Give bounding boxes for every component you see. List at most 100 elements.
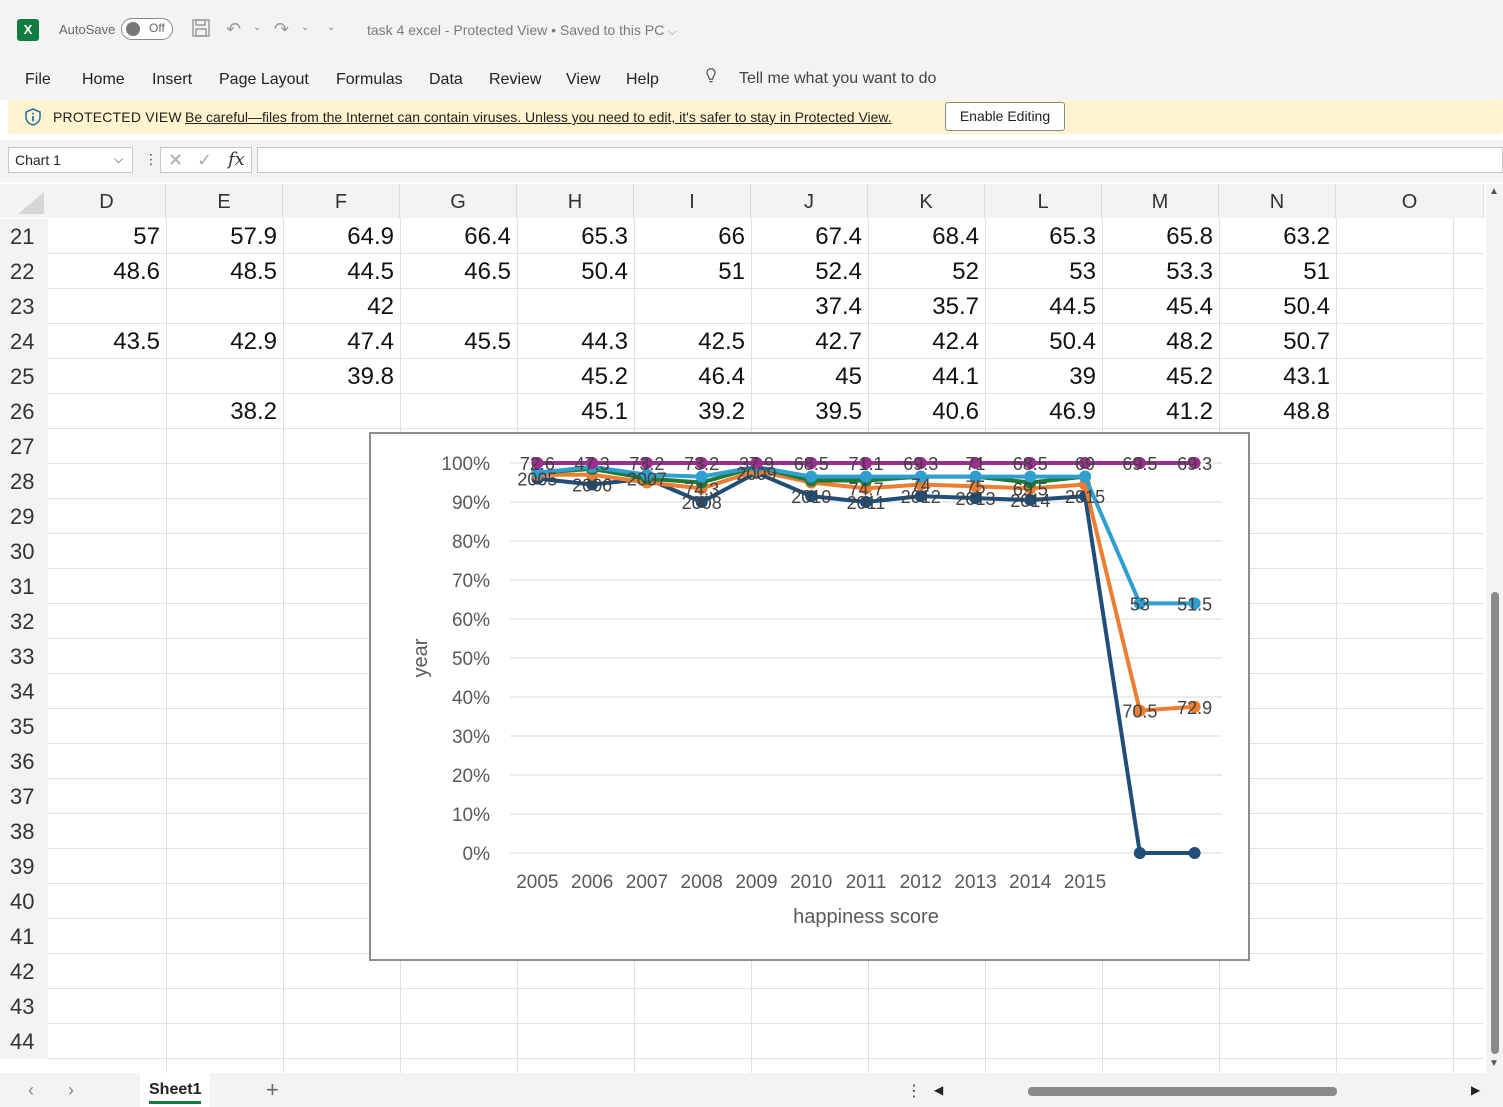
save-icon[interactable] xyxy=(191,18,211,43)
cell-m26[interactable]: 41.2 xyxy=(1102,394,1219,429)
cell-j22[interactable]: 52.4 xyxy=(751,254,868,289)
row-header-28[interactable]: 28 xyxy=(0,464,48,499)
row-header-27[interactable]: 27 xyxy=(0,429,48,464)
row-header-36[interactable]: 36 xyxy=(0,744,48,779)
vertical-scrollbar[interactable]: ▲ ▼ xyxy=(1486,184,1503,1073)
cell-j25[interactable]: 45 xyxy=(751,359,868,394)
next-sheet-icon[interactable]: › xyxy=(68,1080,74,1101)
cell-f23[interactable]: 42 xyxy=(283,289,400,324)
cell-n21[interactable]: 63.2 xyxy=(1219,219,1336,254)
cell-f25[interactable]: 39.8 xyxy=(283,359,400,394)
redo-dropdown-icon[interactable]: ⌄ xyxy=(301,22,309,33)
cell-k23[interactable]: 35.7 xyxy=(868,289,985,324)
row-header-25[interactable]: 25 xyxy=(0,359,48,394)
row-header-22[interactable]: 22 xyxy=(0,254,48,289)
menu-home[interactable]: Home xyxy=(82,71,125,89)
cell-e24[interactable]: 42.9 xyxy=(166,324,283,359)
protected-view-message[interactable]: Be careful—files from the Internet can c… xyxy=(185,109,892,125)
tab-split-handle-icon[interactable]: ⋮ xyxy=(906,1081,922,1101)
document-title[interactable]: task 4 excel - Protected View • Saved to… xyxy=(367,22,676,39)
cell-m22[interactable]: 53.3 xyxy=(1102,254,1219,289)
column-header-m[interactable]: M xyxy=(1102,184,1219,218)
chart-1[interactable]: 0% 10% 20% 30% 40% 50% 60% 70% 80% 90% 100% 2005 200… xyxy=(369,432,1250,961)
cell-n26[interactable]: 48.8 xyxy=(1219,394,1336,429)
formula-input[interactable] xyxy=(257,147,1503,173)
cell-d24[interactable]: 43.5 xyxy=(48,324,166,359)
cell-l24[interactable]: 50.4 xyxy=(985,324,1102,359)
row-header-32[interactable]: 32 xyxy=(0,604,48,639)
cell-k24[interactable]: 42.4 xyxy=(868,324,985,359)
row-header-23[interactable]: 23 xyxy=(0,289,48,324)
cell-n23[interactable]: 50.4 xyxy=(1219,289,1336,324)
more-options-icon[interactable]: ⋮ xyxy=(144,151,158,168)
column-header-l[interactable]: L xyxy=(985,184,1102,218)
cell-g22[interactable]: 46.5 xyxy=(400,254,517,289)
insert-function-icon[interactable]: fx xyxy=(228,149,245,170)
menu-page-layout[interactable]: Page Layout xyxy=(219,71,309,89)
row-header-33[interactable]: 33 xyxy=(0,639,48,674)
sheet-tab-sheet1[interactable]: Sheet1 xyxy=(140,1073,210,1107)
cell-m24[interactable]: 48.2 xyxy=(1102,324,1219,359)
cell-j24[interactable]: 42.7 xyxy=(751,324,868,359)
cell-m25[interactable]: 45.2 xyxy=(1102,359,1219,394)
cell-f21[interactable]: 64.9 xyxy=(283,219,400,254)
cell-d21[interactable]: 57 xyxy=(48,219,166,254)
column-header-f[interactable]: F xyxy=(283,184,400,218)
cancel-icon[interactable]: ✕ xyxy=(168,150,183,171)
cell-k22[interactable]: 52 xyxy=(868,254,985,289)
cell-l23[interactable]: 44.5 xyxy=(985,289,1102,324)
cell-h26[interactable]: 45.1 xyxy=(517,394,634,429)
menu-help[interactable]: Help xyxy=(626,71,659,89)
column-header-e[interactable]: E xyxy=(166,184,283,218)
cell-n22[interactable]: 51 xyxy=(1219,254,1336,289)
menu-formulas[interactable]: Formulas xyxy=(336,71,403,89)
add-sheet-icon[interactable]: + xyxy=(266,1077,279,1103)
select-all-triangle-icon[interactable] xyxy=(18,192,44,214)
row-header-44[interactable]: 44 xyxy=(0,1024,48,1059)
row-header-29[interactable]: 29 xyxy=(0,499,48,534)
column-header-k[interactable]: K xyxy=(868,184,985,218)
cell-k25[interactable]: 44.1 xyxy=(868,359,985,394)
scroll-up-icon[interactable]: ▲ xyxy=(1489,186,1499,197)
cell-e22[interactable]: 48.5 xyxy=(166,254,283,289)
row-header-26[interactable]: 26 xyxy=(0,394,48,429)
cell-i24[interactable]: 42.5 xyxy=(634,324,751,359)
row-header-24[interactable]: 24 xyxy=(0,324,48,359)
previous-sheet-icon[interactable]: ‹ xyxy=(28,1080,34,1101)
row-header-40[interactable]: 40 xyxy=(0,884,48,919)
name-box-dropdown-icon[interactable]: ⌵ xyxy=(114,152,123,167)
cell-l21[interactable]: 65.3 xyxy=(985,219,1102,254)
cell-l25[interactable]: 39 xyxy=(985,359,1102,394)
row-header-38[interactable]: 38 xyxy=(0,814,48,849)
cell-d22[interactable]: 48.6 xyxy=(48,254,166,289)
scroll-left-icon[interactable]: ◀ xyxy=(934,1083,943,1097)
row-header-41[interactable]: 41 xyxy=(0,919,48,954)
cell-f22[interactable]: 44.5 xyxy=(283,254,400,289)
cell-n25[interactable]: 43.1 xyxy=(1219,359,1336,394)
cell-m21[interactable]: 65.8 xyxy=(1102,219,1219,254)
menu-insert[interactable]: Insert xyxy=(152,71,192,89)
column-header-i[interactable]: I xyxy=(634,184,751,218)
horizontal-scroll-thumb[interactable] xyxy=(1028,1087,1337,1096)
cell-f24[interactable]: 47.4 xyxy=(283,324,400,359)
enable-editing-button[interactable]: Enable Editing xyxy=(945,102,1065,131)
scroll-down-icon[interactable]: ▼ xyxy=(1489,1058,1499,1069)
cell-h24[interactable]: 44.3 xyxy=(517,324,634,359)
cell-e26[interactable]: 38.2 xyxy=(166,394,283,429)
menu-file[interactable]: File xyxy=(25,71,51,89)
row-header-37[interactable]: 37 xyxy=(0,779,48,814)
cell-l26[interactable]: 46.9 xyxy=(985,394,1102,429)
cell-h21[interactable]: 65.3 xyxy=(517,219,634,254)
row-header-31[interactable]: 31 xyxy=(0,569,48,604)
cell-i21[interactable]: 66 xyxy=(634,219,751,254)
cell-k26[interactable]: 40.6 xyxy=(868,394,985,429)
vertical-scroll-thumb[interactable] xyxy=(1491,592,1499,1054)
cell-g21[interactable]: 66.4 xyxy=(400,219,517,254)
column-header-d[interactable]: D xyxy=(48,184,166,218)
cell-g24[interactable]: 45.5 xyxy=(400,324,517,359)
confirm-icon[interactable]: ✓ xyxy=(197,150,212,171)
menu-data[interactable]: Data xyxy=(429,71,463,89)
cell-j26[interactable]: 39.5 xyxy=(751,394,868,429)
cell-i25[interactable]: 46.4 xyxy=(634,359,751,394)
column-header-n[interactable]: N xyxy=(1219,184,1336,218)
